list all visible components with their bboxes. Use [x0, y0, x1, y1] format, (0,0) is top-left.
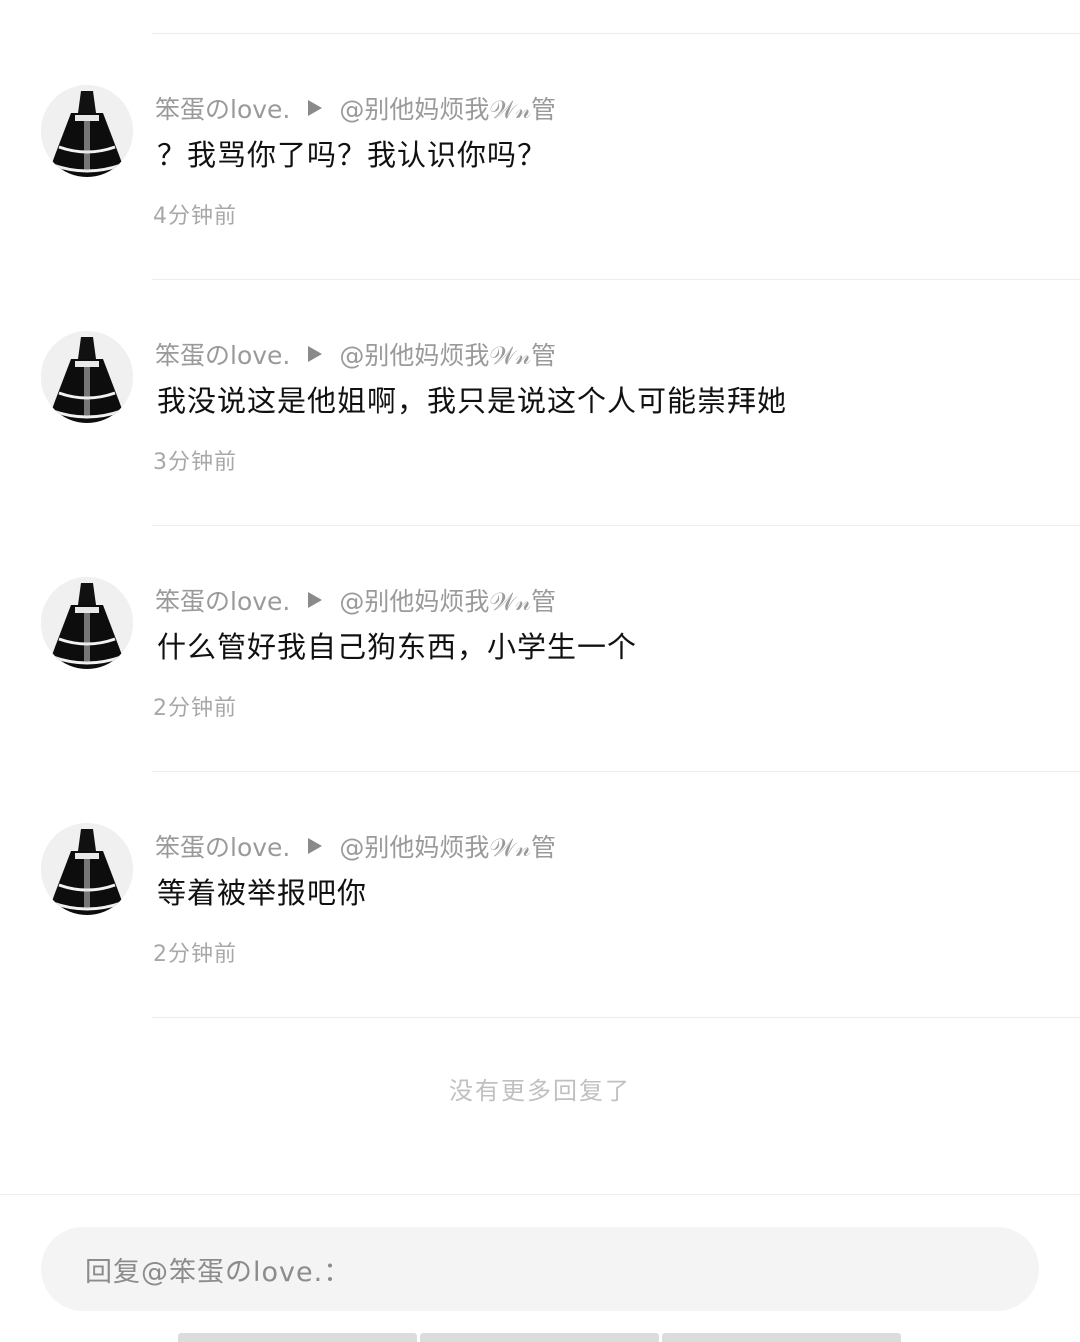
no-more-replies-text: 没有更多回复了: [449, 1077, 631, 1105]
reply-input-placeholder: 回复@笨蛋のlove.：: [85, 1256, 352, 1288]
reply-item[interactable]: 笨蛋のlove. @别他妈烦我𝒲𝓃管 什么管好我自己狗东西，小学生一个 2分钟前: [0, 526, 1080, 772]
reply-item[interactable]: 笨蛋のlove. @别他妈烦我𝒲𝓃管 我没说这是他姐啊，我只是说这个人可能崇拜她…: [0, 280, 1080, 526]
reply-time: 2分钟前: [153, 696, 237, 721]
keyboard-segment: [420, 1333, 659, 1342]
reply-meta: 笨蛋のlove. @别他妈烦我𝒲𝓃管: [155, 90, 556, 126]
reply-list: 笨蛋のlove. @别他妈烦我𝒲𝓃管 ？我骂你了吗？我认识你吗？ 4分钟前 笨蛋…: [0, 34, 1080, 1018]
reply-content: ？我骂你了吗？我认识你吗？: [157, 138, 548, 172]
avatar[interactable]: [41, 823, 133, 915]
reply-content: 等着被举报吧你: [157, 876, 368, 910]
reply-item[interactable]: 笨蛋のlove. @别他妈烦我𝒲𝓃管 ？我骂你了吗？我认识你吗？ 4分钟前: [0, 34, 1080, 280]
reply-content: 什么管好我自己狗东西，小学生一个: [157, 630, 638, 664]
avatar-image: [41, 577, 133, 669]
reply-content: 我没说这是他姐啊，我只是说这个人可能崇拜她: [157, 384, 788, 418]
input-divider: [0, 1194, 1080, 1195]
reply-item[interactable]: 笨蛋のlove. @别他妈烦我𝒲𝓃管 等着被举报吧你 2分钟前: [0, 772, 1080, 1018]
reply-target-name[interactable]: @别他妈烦我𝒲𝓃管: [339, 90, 556, 126]
reply-author-name[interactable]: 笨蛋のlove.: [155, 582, 290, 618]
reply-author-name[interactable]: 笨蛋のlove.: [155, 828, 290, 864]
avatar-image: [41, 331, 133, 423]
avatar[interactable]: [41, 85, 133, 177]
reply-meta: 笨蛋のlove. @别他妈烦我𝒲𝓃管: [155, 336, 556, 372]
reply-author-name[interactable]: 笨蛋のlove.: [155, 336, 290, 372]
reply-target-name[interactable]: @别他妈烦我𝒲𝓃管: [339, 828, 556, 864]
reply-target-name[interactable]: @别他妈烦我𝒲𝓃管: [339, 582, 556, 618]
avatar-image: [41, 85, 133, 177]
play-triangle-icon: [308, 100, 323, 116]
keyboard-segment: [662, 1333, 901, 1342]
play-triangle-icon: [308, 346, 323, 362]
reply-author-name[interactable]: 笨蛋のlove.: [155, 90, 290, 126]
divider: [152, 1017, 1080, 1018]
play-triangle-icon: [308, 838, 323, 854]
avatar[interactable]: [41, 331, 133, 423]
reply-time: 2分钟前: [153, 942, 237, 967]
reply-target-name[interactable]: @别他妈烦我𝒲𝓃管: [339, 336, 556, 372]
reply-meta: 笨蛋のlove. @别他妈烦我𝒲𝓃管: [155, 582, 556, 618]
avatar[interactable]: [41, 577, 133, 669]
reply-time: 3分钟前: [153, 450, 237, 475]
reply-meta: 笨蛋のlove. @别他妈烦我𝒲𝓃管: [155, 828, 556, 864]
play-triangle-icon: [308, 592, 323, 608]
keyboard-top-edge: [178, 1333, 901, 1342]
reply-time: 4分钟前: [153, 204, 237, 229]
avatar-image: [41, 823, 133, 915]
reply-input[interactable]: 回复@笨蛋のlove.：: [41, 1227, 1039, 1311]
keyboard-segment: [178, 1333, 417, 1342]
